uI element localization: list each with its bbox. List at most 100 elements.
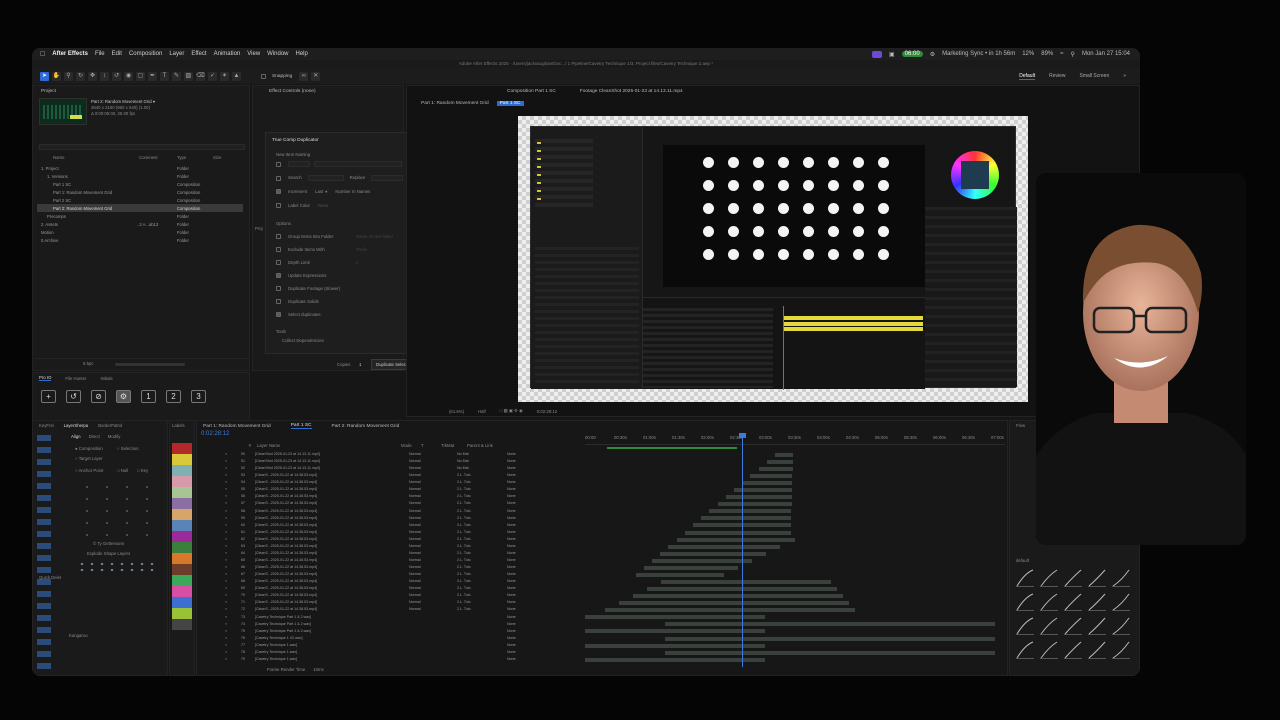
tab-align[interactable]: Align <box>71 434 81 439</box>
menu-window[interactable]: Window <box>267 51 288 57</box>
col-comment[interactable]: Comment <box>139 155 177 160</box>
label-color-swatch[interactable] <box>172 465 192 476</box>
timeline-row[interactable]: ● 74 [Cavetry Technique Part 1 & 2.wav] Non… <box>197 622 581 629</box>
flow-curve-preset[interactable] <box>1088 641 1106 659</box>
layer-parent[interactable]: None <box>507 565 516 569</box>
option-checkbox[interactable] <box>276 260 281 265</box>
layer-parent[interactable]: None <box>507 551 516 555</box>
layer-parent[interactable]: None <box>507 586 516 590</box>
layer-parent[interactable]: None <box>507 509 516 513</box>
flow-curve-preset[interactable] <box>1088 593 1106 611</box>
timeline-row[interactable]: ● 76 [Cavetry Technique 1 V2.wav] None <box>197 636 581 643</box>
layer-trkmat[interactable]: No Mat <box>457 466 469 470</box>
layer-mode[interactable]: Normal <box>409 452 421 456</box>
visibility-icon[interactable]: ● <box>225 494 227 498</box>
layer-bar[interactable] <box>665 650 995 655</box>
layer-parent[interactable]: None <box>507 579 516 583</box>
timeline-row[interactable]: ● 63 [CleanS...2025-01-22 at 14.38.53.mp4]… <box>197 544 581 551</box>
flow-curve-preset[interactable] <box>1040 593 1058 611</box>
project-scrollbar[interactable] <box>115 363 185 366</box>
menu-effect[interactable]: Effect <box>191 51 206 57</box>
visibility-icon[interactable]: ● <box>225 643 227 647</box>
layer-parent[interactable]: None <box>507 466 516 470</box>
col-size[interactable]: Size <box>213 155 221 160</box>
flow-curve-preset[interactable] <box>1088 617 1106 635</box>
radio-composition[interactable]: ● Composition <box>75 446 103 451</box>
apple-icon[interactable]:  <box>40 51 45 58</box>
menu-layer[interactable]: Layer <box>169 51 184 57</box>
layer-bar[interactable] <box>665 622 995 627</box>
layer-mode[interactable]: Normal <box>409 480 421 484</box>
layer-trkmat[interactable]: 2.L. Tutc <box>457 530 471 534</box>
layer-trkmat[interactable]: 2.L. Tutc <box>457 544 471 548</box>
layer-trkmat[interactable]: 2.L. Tutc <box>457 572 471 576</box>
option-field[interactable]: Prefix <box>356 247 367 252</box>
timeline-row[interactable]: ● 65 [CleanS...2025-01-22 at 14.38.53.mp4]… <box>197 558 581 565</box>
flow-curve-preset[interactable] <box>1112 617 1130 635</box>
layer-trkmat[interactable]: No Mat <box>457 452 469 456</box>
layer-bar[interactable] <box>585 657 765 662</box>
timeline-row[interactable]: ● 70 [CleanS...2025-01-22 at 14.38.53.mp4]… <box>197 593 581 600</box>
timeline-row[interactable]: ● 55 [CleanS...2025-01-22 at 14.38.53.mp4]… <box>197 487 581 494</box>
layer-bar[interactable] <box>676 537 795 542</box>
timeline-row[interactable]: ● 72 [CleanS...2025-01-22 at 14.38.53.mp4]… <box>197 607 581 614</box>
label-color-swatch[interactable] <box>172 454 192 465</box>
project-item[interactable]: Part 1 SC Composition <box>37 180 243 188</box>
layer-trkmat[interactable]: 2.L. Tutc <box>457 579 471 583</box>
zoom-tool-icon[interactable]: ⚲ <box>64 71 73 81</box>
layer-parent[interactable]: None <box>507 516 516 520</box>
tab-keyfrsl[interactable]: KeyFrsl <box>39 423 54 428</box>
layer-mode[interactable]: Normal <box>409 544 421 548</box>
cpu-status[interactable]: 12% <box>1022 51 1034 57</box>
layer-bar[interactable] <box>661 580 831 584</box>
workspace-small-screen[interactable]: Small Screen <box>1079 73 1109 79</box>
layer-parent[interactable]: None <box>507 657 516 661</box>
visibility-icon[interactable]: ● <box>225 537 227 541</box>
label-color-swatch[interactable] <box>172 487 192 498</box>
flow-curve-preset[interactable] <box>1112 641 1130 659</box>
radio-anchor-point[interactable]: ○ Anchor Point <box>75 468 103 473</box>
layer-parent[interactable]: None <box>507 530 516 534</box>
layer-bar[interactable] <box>701 516 792 521</box>
layer-parent[interactable]: None <box>507 629 516 633</box>
project-item[interactable]: 2. Assets ..2 A...ab13 Folder <box>37 220 243 228</box>
layer-parent[interactable]: None <box>507 501 516 505</box>
rotate-tool-icon[interactable]: ↺ <box>112 71 121 81</box>
flow-curve-preset[interactable] <box>1016 593 1034 611</box>
snapping-checkbox[interactable] <box>261 73 266 79</box>
visibility-icon[interactable]: ● <box>225 615 227 619</box>
copies-stepper[interactable]: 1 <box>359 362 361 367</box>
playhead[interactable] <box>742 435 743 667</box>
project-item[interactable]: Part 2 SC Composition <box>37 196 243 204</box>
visibility-icon[interactable]: ● <box>225 473 227 477</box>
layer-parent[interactable]: None <box>507 622 516 626</box>
flow-curve-preset[interactable] <box>1064 617 1082 635</box>
orbit-tool-icon[interactable]: ↻ <box>76 71 85 81</box>
visibility-icon[interactable]: ● <box>225 544 227 548</box>
layer-mode[interactable]: Normal <box>409 537 421 541</box>
option-checkbox[interactable] <box>276 299 281 304</box>
last-dropdown[interactable]: Last <box>315 189 323 194</box>
flow-curve-preset[interactable] <box>1088 569 1106 587</box>
timeline-row[interactable]: ● 53 [CleanS...2025-01-22 at 14.38.53.mp4]… <box>197 473 581 480</box>
radio-selection[interactable]: ○ Selection <box>117 446 138 451</box>
layer-parent[interactable]: None <box>507 558 516 562</box>
visibility-icon[interactable]: ● <box>225 636 227 640</box>
layer-bar[interactable] <box>665 636 995 641</box>
playhead-handle[interactable] <box>739 433 746 438</box>
layer-trkmat[interactable]: 2.L. Tutc <box>457 473 471 477</box>
label-color-swatch[interactable] <box>172 476 192 487</box>
project-side-tab[interactable]: Proj <box>255 226 263 231</box>
search-icon[interactable]: ⚲ <box>1071 51 1075 58</box>
layer-trkmat[interactable]: 2.L. Tutc <box>457 607 471 611</box>
layer-parent[interactable]: None <box>507 615 516 619</box>
layer-mode[interactable]: Normal <box>409 558 421 562</box>
layer-trkmat[interactable]: 2.L. Tutc <box>457 516 471 520</box>
layer-parent[interactable]: None <box>507 459 516 463</box>
visibility-icon[interactable]: ● <box>225 565 227 569</box>
visibility-icon[interactable]: ● <box>225 657 227 661</box>
viewer-controls-icon[interactable]: □ ▦ ▣ ⚙ ◉ <box>500 408 523 414</box>
option-checkbox[interactable] <box>276 234 281 239</box>
menu-view[interactable]: View <box>247 51 260 57</box>
menu-animation[interactable]: Animation <box>214 51 241 57</box>
